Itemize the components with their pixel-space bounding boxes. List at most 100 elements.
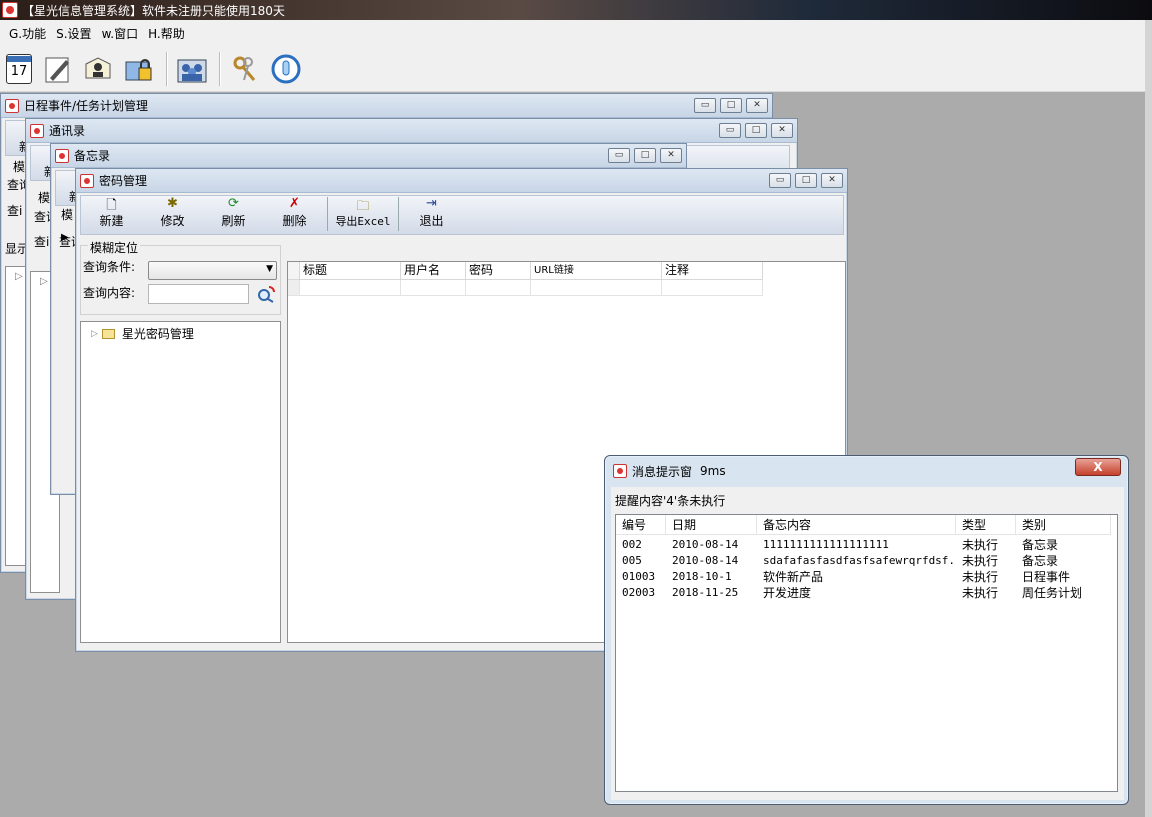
export-excel-button-label: 导出Excel bbox=[335, 215, 391, 228]
col-id[interactable]: 编号 bbox=[616, 515, 666, 534]
query-content-input[interactable] bbox=[148, 284, 249, 304]
exit-icon: ⇥ bbox=[426, 196, 437, 211]
maximize-button[interactable]: □ bbox=[634, 148, 656, 163]
window-icon bbox=[30, 123, 44, 138]
main-toolbar: 17 bbox=[0, 46, 1145, 92]
window-icon bbox=[55, 148, 69, 163]
row-indicator-icon: ▶ bbox=[61, 232, 69, 243]
col-date[interactable]: 日期 bbox=[666, 515, 757, 534]
password-toolbar: 🗋 新建 ✱ 修改 ⟳ 刷新 ✗ 删除 🗀 导出Excel ⇥ 退出 bbox=[80, 195, 844, 235]
cell-content: sdafafasfasdfasfsafewrqrfdsf... bbox=[763, 554, 956, 567]
users-group-icon[interactable] bbox=[176, 53, 208, 85]
menu-window[interactable]: w.窗口 bbox=[97, 25, 144, 42]
grid-column-username[interactable]: 用户名 bbox=[401, 262, 466, 279]
message-window-time: 9ms bbox=[700, 464, 726, 478]
refresh-button[interactable]: ⟳ 刷新 bbox=[203, 196, 264, 234]
schedule-window-title: 日程事件/任务计划管理 bbox=[24, 99, 149, 113]
cell-category: 备忘录 bbox=[1022, 554, 1059, 568]
list-item[interactable]: 01003 2018-10-1 软件新产品 未执行 日程事件 bbox=[616, 569, 1111, 585]
list-header: 编号 日期 备忘内容 类型 类别 bbox=[616, 515, 1111, 535]
edit-button[interactable]: ✱ 修改 bbox=[142, 196, 203, 234]
cell-type: 未执行 bbox=[962, 538, 999, 552]
app-title-bar: 【星光信息管理系统】软件未注册只能使用180天 bbox=[0, 0, 1152, 20]
toolbar-separator bbox=[398, 197, 399, 231]
col-type[interactable]: 类型 bbox=[956, 515, 1016, 534]
exit-button[interactable]: ⇥ 退出 bbox=[401, 196, 462, 234]
refresh-button-label: 刷新 bbox=[221, 214, 246, 228]
pen-edit-icon[interactable] bbox=[41, 53, 73, 85]
cell-type: 未执行 bbox=[962, 586, 999, 600]
refresh-icon: ⟳ bbox=[228, 196, 239, 211]
schedule-query2-fragment: 查i bbox=[7, 204, 23, 218]
new-file-icon: 🗋 bbox=[106, 198, 117, 213]
toolbar-separator bbox=[327, 197, 328, 231]
new-button[interactable]: 🗋 新建 bbox=[81, 196, 142, 234]
close-button[interactable]: ✕ bbox=[746, 98, 768, 113]
message-body: 提醒内容'4'条未执行 编号 日期 备忘内容 类型 类别 002 2010-08… bbox=[611, 487, 1124, 800]
app-icon bbox=[2, 2, 18, 18]
delete-button[interactable]: ✗ 删除 bbox=[264, 196, 325, 234]
message-summary: 提醒内容'4'条未执行 bbox=[615, 494, 726, 508]
table-row[interactable] bbox=[288, 280, 763, 296]
grid-column-title[interactable]: 标题 bbox=[300, 262, 401, 279]
close-button[interactable]: X bbox=[1075, 458, 1121, 476]
query-content-label: 查询内容: bbox=[83, 286, 136, 300]
window-icon bbox=[613, 464, 627, 478]
folder-icon bbox=[101, 328, 115, 339]
cell-date: 2010-08-14 bbox=[672, 538, 739, 551]
password-window-titlebar[interactable]: 密码管理 ▭ □ ✕ bbox=[76, 169, 847, 193]
minimize-button[interactable]: ▭ bbox=[608, 148, 630, 163]
list-item[interactable]: 002 2010-08-14 1111111111111111111 未执行 备… bbox=[616, 537, 1111, 553]
grid-header: 标题 用户名 密码 URL链接 注释 bbox=[288, 262, 763, 280]
cell-content: 开发进度 bbox=[763, 586, 812, 600]
menu-function[interactable]: G.功能 bbox=[4, 25, 51, 42]
maximize-button[interactable]: □ bbox=[720, 98, 742, 113]
grid-column-password[interactable]: 密码 bbox=[466, 262, 531, 279]
cell-content: 1111111111111111111 bbox=[763, 538, 889, 551]
keys-icon[interactable] bbox=[229, 53, 261, 85]
search-icon[interactable] bbox=[256, 285, 276, 303]
cell-id: 002 bbox=[622, 538, 642, 551]
close-button[interactable]: ✕ bbox=[821, 173, 843, 188]
col-content[interactable]: 备忘内容 bbox=[757, 515, 956, 534]
export-excel-button[interactable]: 🗀 导出Excel bbox=[330, 197, 396, 234]
tree-expander-icon[interactable]: ▷ bbox=[91, 329, 98, 339]
menu-settings[interactable]: S.设置 bbox=[51, 25, 96, 42]
contacts-window-titlebar[interactable]: 通讯录 ▭ □ ✕ bbox=[26, 119, 797, 143]
close-button[interactable]: ✕ bbox=[660, 148, 682, 163]
tree-expander-icon[interactable]: ▷ bbox=[15, 271, 23, 282]
schedule-window-titlebar[interactable]: 日程事件/任务计划管理 ▭ □ ✕ bbox=[1, 94, 772, 118]
calendar-day: 17 bbox=[10, 63, 28, 79]
minimize-button[interactable]: ▭ bbox=[769, 173, 791, 188]
info-icon[interactable] bbox=[270, 53, 302, 85]
exit-button-label: 退出 bbox=[419, 214, 444, 228]
tree-node-root[interactable]: ▷ 星光密码管理 bbox=[91, 325, 194, 342]
maximize-button[interactable]: □ bbox=[795, 173, 817, 188]
calendar-icon[interactable]: 17 bbox=[6, 53, 32, 84]
query-condition-select[interactable] bbox=[148, 261, 277, 280]
tree-expander-icon[interactable]: ▷ bbox=[40, 276, 48, 287]
reminder-list: 编号 日期 备忘内容 类型 类别 002 2010-08-14 11111111… bbox=[615, 514, 1118, 792]
list-item[interactable]: 02003 2018-11-25 开发进度 未执行 周任务计划 bbox=[616, 585, 1111, 601]
list-item[interactable]: 005 2010-08-14 sdafafasfasdfasfsafewrqrf… bbox=[616, 553, 1111, 569]
col-category[interactable]: 类别 bbox=[1016, 515, 1111, 534]
close-button[interactable]: ✕ bbox=[771, 123, 793, 138]
minimize-button[interactable]: ▭ bbox=[719, 123, 741, 138]
contacts-card-icon[interactable] bbox=[82, 53, 114, 85]
toolbar-separator bbox=[166, 51, 168, 86]
menu-help[interactable]: H.帮助 bbox=[143, 25, 190, 42]
edit-icon: ✱ bbox=[167, 196, 178, 211]
maximize-button[interactable]: □ bbox=[745, 123, 767, 138]
fuzzy-search-label: 模糊定位 bbox=[88, 239, 141, 256]
message-window-titlebar[interactable]: 消息提示窗 9ms X bbox=[605, 456, 1128, 486]
window-icon bbox=[80, 173, 94, 188]
lock-folder-icon[interactable] bbox=[123, 53, 155, 85]
cell-type: 未执行 bbox=[962, 554, 999, 568]
minimize-button[interactable]: ▭ bbox=[694, 98, 716, 113]
grid-column-url[interactable]: URL链接 bbox=[531, 262, 662, 279]
edit-button-label: 修改 bbox=[160, 214, 185, 228]
message-window[interactable]: 消息提示窗 9ms X 提醒内容'4'条未执行 编号 日期 备忘内容 类型 类别… bbox=[604, 455, 1129, 805]
grid-column-notes[interactable]: 注释 bbox=[662, 262, 763, 279]
memo-window-titlebar[interactable]: 备忘录 ▭ □ ✕ bbox=[51, 144, 686, 168]
cell-date: 2018-11-25 bbox=[672, 586, 739, 599]
